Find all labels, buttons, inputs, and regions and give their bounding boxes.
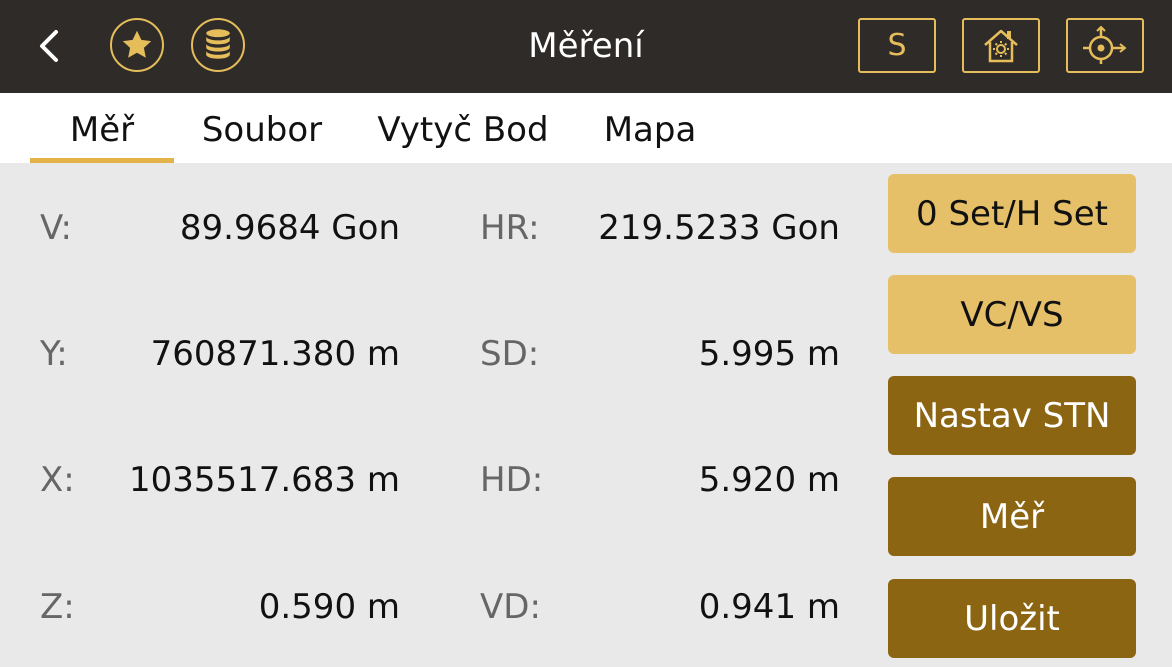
value-z: 0.590 m bbox=[258, 587, 400, 627]
s-mode-button[interactable]: S bbox=[858, 18, 936, 73]
label-x: X: bbox=[40, 460, 75, 500]
back-arrow-icon bbox=[40, 30, 58, 62]
value-hd: 5.920 m bbox=[698, 460, 840, 500]
vc-vs-button[interactable]: VC/VS bbox=[888, 275, 1136, 354]
tab-soubor[interactable]: Soubor bbox=[190, 93, 334, 163]
value-sd: 5.995 m bbox=[698, 334, 840, 374]
label-z: Z: bbox=[40, 587, 75, 627]
nastav-stn-button[interactable]: Nastav STN bbox=[888, 376, 1136, 455]
home-settings-icon bbox=[984, 29, 1018, 62]
measure-button[interactable]: Měř bbox=[888, 477, 1136, 556]
label-v: V: bbox=[40, 208, 72, 248]
tab-mapa[interactable]: Mapa bbox=[594, 93, 706, 163]
value-x: 1035517.683 m bbox=[128, 460, 400, 500]
tab-bar: Měř Soubor Vytyč Bod Mapa bbox=[0, 93, 1172, 163]
label-sd: SD: bbox=[480, 334, 540, 374]
favorites-button[interactable] bbox=[110, 18, 164, 72]
label-hd: HD: bbox=[480, 460, 544, 500]
database-icon bbox=[206, 29, 230, 59]
label-hr: HR: bbox=[480, 208, 540, 248]
back-button[interactable] bbox=[30, 22, 70, 70]
tab-vytyc-bod[interactable]: Vytyč Bod bbox=[368, 93, 558, 163]
home-settings-button[interactable] bbox=[962, 18, 1040, 73]
top-app-bar: Měření S bbox=[0, 0, 1172, 93]
zero-set-h-set-button[interactable]: 0 Set/H Set bbox=[888, 174, 1136, 253]
label-vd: VD: bbox=[480, 587, 541, 627]
star-icon bbox=[122, 30, 152, 58]
save-button[interactable]: Uložit bbox=[888, 579, 1136, 658]
value-hr: 219.5233 Gon bbox=[598, 208, 840, 248]
target-button[interactable] bbox=[1066, 18, 1144, 73]
value-y: 760871.380 m bbox=[150, 334, 400, 374]
tab-mer[interactable]: Měř bbox=[30, 93, 174, 163]
label-y: Y: bbox=[40, 334, 68, 374]
crosshair-target-icon bbox=[1083, 25, 1127, 64]
database-button[interactable] bbox=[191, 18, 245, 72]
value-v: 89.9684 Gon bbox=[179, 208, 400, 248]
value-vd: 0.941 m bbox=[698, 587, 840, 627]
